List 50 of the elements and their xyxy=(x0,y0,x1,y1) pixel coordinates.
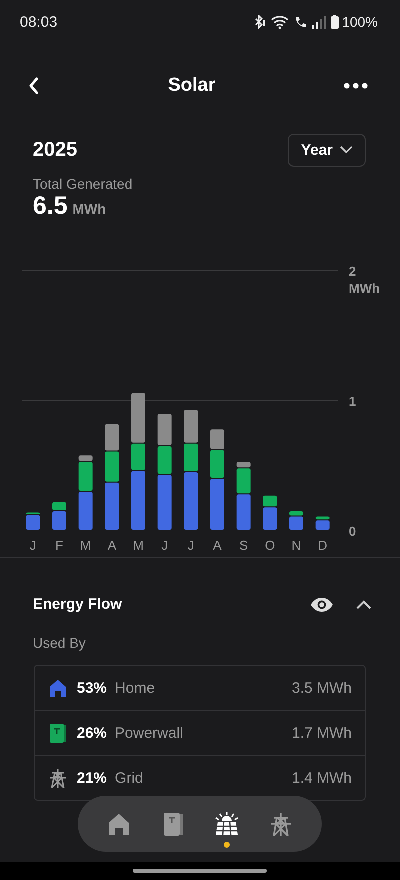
eye-icon[interactable] xyxy=(310,596,334,612)
bluetooth-icon xyxy=(254,15,266,29)
total-label: Total Generated xyxy=(33,176,134,192)
total-value: 6.5 xyxy=(33,192,68,221)
y-axis-label: 2 MWh xyxy=(349,264,380,296)
clock: 08:03 xyxy=(20,14,58,30)
y-axis-label: 0 xyxy=(349,524,356,539)
x-axis-label: F xyxy=(56,538,64,553)
usage-name: Powerwall xyxy=(115,724,184,742)
x-axis-label: O xyxy=(265,538,276,553)
power-tower-icon xyxy=(50,768,66,788)
x-axis-label: A xyxy=(213,538,222,553)
usage-amount: 1.4 MWh xyxy=(292,770,352,786)
more-button[interactable] xyxy=(342,81,370,91)
solar-panel-icon xyxy=(215,812,239,836)
house-icon xyxy=(109,814,129,834)
chevron-down-icon xyxy=(340,146,353,154)
active-indicator xyxy=(224,842,230,848)
x-axis-label: M xyxy=(80,538,92,553)
x-axis-label: J xyxy=(188,538,194,553)
screen-title: Solar xyxy=(168,75,216,97)
section-title: Energy Flow xyxy=(33,596,124,613)
signal-icon xyxy=(312,16,326,28)
usage-name: Home xyxy=(115,680,156,696)
x-axis-label: J xyxy=(162,538,168,553)
usage-percent: 26% xyxy=(77,724,108,742)
battery-level: 100% xyxy=(342,14,378,30)
usage-amount: 3.5 MWh xyxy=(292,680,352,696)
house-icon xyxy=(50,680,66,696)
usage-percent: 21% xyxy=(77,770,108,786)
usage-percent: 53% xyxy=(77,680,108,696)
phone-icon xyxy=(294,15,308,29)
usage-name: Grid xyxy=(115,770,144,786)
x-axis-label: M xyxy=(133,538,144,553)
power-tower-icon xyxy=(271,812,291,836)
x-axis-label: D xyxy=(318,538,328,553)
total-unit: MWh xyxy=(72,201,106,217)
x-axis-label: J xyxy=(30,538,36,553)
battery-unit-icon xyxy=(164,812,182,836)
subtitle: Used By xyxy=(33,635,87,651)
x-axis-label: S xyxy=(240,538,248,553)
y-axis-label: 1 xyxy=(349,394,356,409)
battery-icon xyxy=(331,15,340,29)
usage-amount: 1.7 MWh xyxy=(292,724,352,742)
wifi-icon xyxy=(271,15,290,29)
period-dropdown[interactable]: Year xyxy=(288,134,366,166)
x-axis-label: N xyxy=(292,538,302,553)
x-axis-label: A xyxy=(108,538,116,553)
battery-unit-icon xyxy=(50,724,66,742)
year-label: 2025 xyxy=(33,138,78,162)
